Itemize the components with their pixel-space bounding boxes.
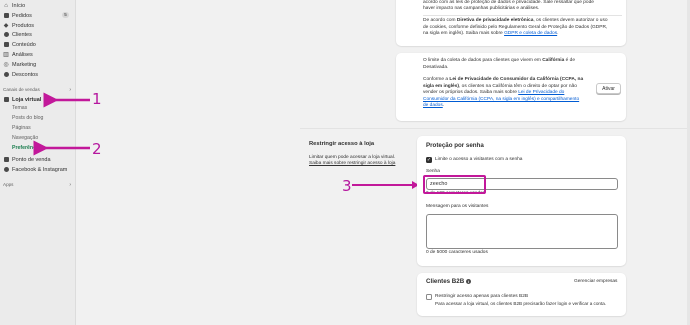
b2b-checkbox-label: Restringir acesso apenas para clientes B… [435, 293, 529, 299]
ccpa-link-part-3[interactable]: de dados [423, 103, 443, 108]
ccpa-link-part-2[interactable]: Consumidor da Califórnia (CCPA, na sigla… [423, 97, 579, 102]
section-divider [300, 128, 690, 129]
gdpr-text-line-1: De acordo com Diretiva de privacidade el… [423, 18, 608, 23]
annotation-highlight-box [423, 175, 486, 194]
california-limit-line-1: O limite da coleta de dados para cliente… [423, 58, 575, 63]
info-icon[interactable]: i [466, 278, 472, 284]
divider [423, 15, 622, 16]
password-protection-title: Proteção por senha [426, 142, 484, 149]
password-protection-card: Proteção por senha ✓ Limite o acesso a v… [417, 136, 626, 266]
b2b-checkbox[interactable] [426, 294, 432, 300]
restrict-access-learn-more-link[interactable]: Saiba mais sobre restringir acesso à loj… [309, 161, 395, 167]
ccpa-line-1: Conforme a Lei de Privacidade do Consumi… [423, 77, 584, 82]
gdpr-link[interactable]: GDPR e coleta de dados [504, 31, 557, 36]
truncated-line-2: haver impacto nas campanhas publicitária… [423, 6, 540, 11]
password-checkbox-label: Limite o acesso a visitantes com a senha [435, 156, 523, 162]
gdpr-text-line-3: na sigla em inglês). Saiba mais sobre GD… [423, 31, 559, 36]
restrict-access-title: Restringir acesso à loja [309, 141, 375, 147]
b2b-customers-card: Clientes B2B i Gerenciar empresas Restrin… [417, 273, 626, 316]
ccpa-line-2: sigla em inglês), os clientes na Califór… [423, 83, 577, 89]
visitor-message-textarea[interactable] [426, 214, 618, 249]
california-privacy-card: O limite da coleta de dados para cliente… [396, 53, 626, 121]
message-char-counter: 0 de 5000 caracteres usados [426, 250, 488, 255]
annotation-number-1: 1 [92, 90, 102, 108]
ccpa-line-4: Consumidor da Califórnia (CCPA, na sigla… [423, 97, 579, 103]
ccpa-line-5: de dados. [423, 103, 445, 108]
gdpr-text-line-2: de cookies, conforme definido pelo Regul… [423, 24, 608, 30]
password-checkbox[interactable]: ✓ [426, 157, 432, 163]
california-limit-line-2: Desativada. [423, 64, 449, 70]
ccpa-link-part-1[interactable]: Lei de Privacidade do [518, 90, 564, 95]
ccpa-line-3: vender os próprios dados. Saiba mais sob… [423, 90, 565, 95]
b2b-help-text: Para acessar a loja virtual, os clientes… [435, 301, 607, 306]
message-label: Mensagem para os visitantes [426, 204, 489, 209]
annotation-number-3: 3 [342, 177, 352, 195]
activate-button[interactable]: Ativar [596, 83, 621, 94]
privacy-cookie-card: acordo com as leis de proteção de dados … [396, 0, 626, 46]
annotation-number-2: 2 [92, 140, 102, 158]
b2b-title: Clientes B2B i [426, 278, 472, 285]
manage-companies-link[interactable]: Gerenciar empresas [574, 279, 617, 285]
